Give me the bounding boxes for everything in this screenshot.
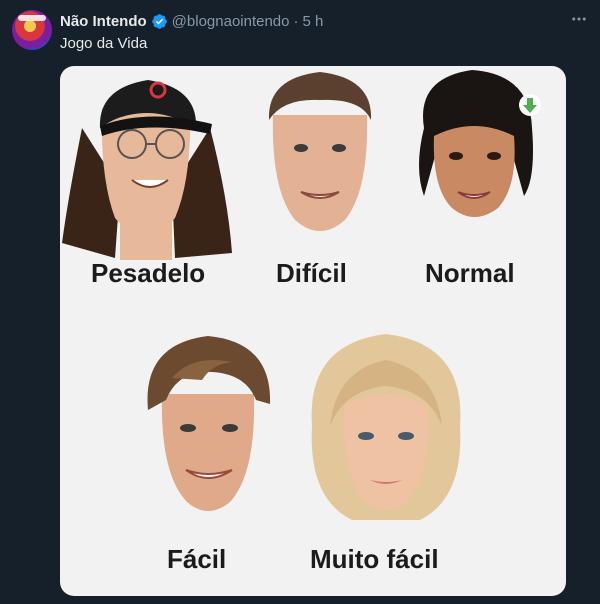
label-facil: Fácil [167, 544, 227, 574]
label-pesadelo: Pesadelo [91, 258, 206, 288]
more-icon[interactable] [570, 10, 588, 31]
author-avatar[interactable] [12, 10, 52, 50]
face-normal [419, 70, 533, 217]
download-arrow-icon [519, 94, 541, 116]
label-muito-facil: Muito fácil [310, 544, 439, 574]
tweet-time[interactable]: 5 h [303, 13, 324, 30]
label-normal: Normal [425, 258, 515, 288]
separator-dot: · [293, 12, 299, 30]
face-dificil [268, 72, 372, 231]
tweet-header: Não Intendo @blognaointendo · 5 h [60, 10, 323, 32]
label-dificil: Difícil [276, 258, 347, 288]
tweet-media-image[interactable]: Pesadelo Difícil Normal Fácil Muito fáci… [60, 66, 566, 596]
face-muito-facil [311, 334, 461, 520]
author-handle[interactable]: @blognaointendo [172, 13, 290, 30]
verified-badge-icon [151, 13, 167, 29]
author-name[interactable]: Não Intendo [60, 13, 147, 30]
tweet-text: Jogo da Vida [60, 35, 148, 52]
face-pesadelo [62, 80, 232, 260]
face-facil [147, 336, 271, 511]
